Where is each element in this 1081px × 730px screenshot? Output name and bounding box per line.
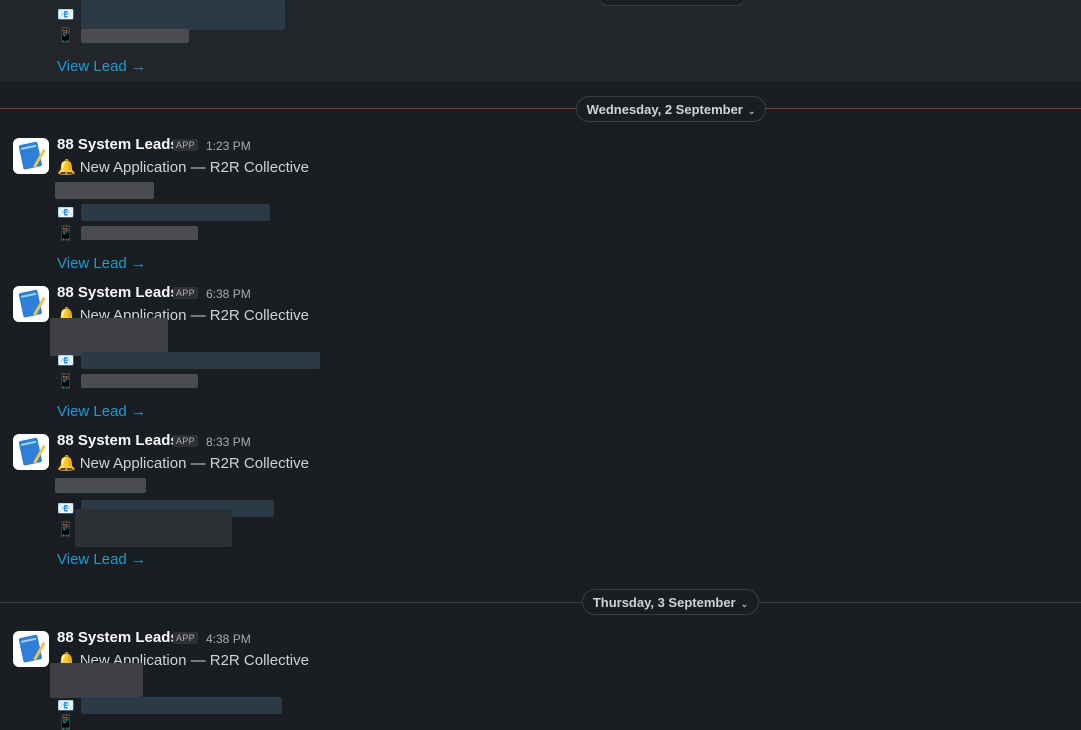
timestamp[interactable]: 4:38 PM <box>206 632 251 646</box>
app-avatar[interactable] <box>13 631 49 667</box>
email-icon: 📧 <box>57 6 75 22</box>
redacted-email <box>81 204 270 221</box>
date-divider-wednesday[interactable]: Wednesday, 2 September ⌄ <box>576 96 766 122</box>
sender-name[interactable]: 88 System Leads <box>57 284 179 301</box>
phone-icon: 📱 <box>57 373 75 389</box>
email-icon: 📧 <box>57 697 75 713</box>
phone-icon: 📱 <box>57 714 75 730</box>
view-lead-link[interactable]: View Lead → <box>57 403 146 420</box>
phone-icon: 📱 <box>57 225 75 241</box>
view-lead-link[interactable]: View Lead → <box>57 58 146 75</box>
new-messages-divider <box>0 108 1081 109</box>
phone-icon: 📱 <box>57 27 75 43</box>
redacted-email <box>81 697 282 714</box>
bell-icon: 🔔 <box>57 455 76 472</box>
date-label: Wednesday, 2 September <box>586 102 743 117</box>
date-divider-thursday[interactable]: Thursday, 3 September ⌄ <box>582 589 759 615</box>
date-pill-fragment <box>598 0 746 6</box>
date-label: Thursday, 3 September <box>592 595 736 610</box>
redacted-name <box>50 663 143 698</box>
timestamp[interactable]: 6:38 PM <box>206 287 251 301</box>
redacted-phone <box>75 509 232 547</box>
sender-name[interactable]: 88 System Leads <box>57 629 179 646</box>
message-title: 🔔 New Application — R2R Collective <box>57 455 309 472</box>
view-lead-link[interactable]: View Lead → <box>57 551 146 568</box>
app-badge: APP <box>173 139 198 151</box>
message-title: 🔔 New Application — R2R Collective <box>57 159 309 176</box>
chevron-down-icon: ⌄ <box>747 106 756 116</box>
timestamp[interactable]: 1:23 PM <box>206 139 251 153</box>
app-avatar[interactable] <box>13 434 49 470</box>
previous-message-block: 📧 📱 View Lead → <box>0 0 1081 81</box>
redacted-name <box>55 182 154 199</box>
view-lead-link[interactable]: View Lead → <box>57 255 146 272</box>
timestamp[interactable]: 8:33 PM <box>206 435 251 449</box>
email-icon: 📧 <box>57 352 75 368</box>
redacted-phone <box>81 374 198 388</box>
email-icon: 📧 <box>57 204 75 220</box>
app-badge: APP <box>173 435 198 447</box>
app-avatar[interactable] <box>13 138 49 174</box>
app-badge: APP <box>173 287 198 299</box>
redacted-email <box>81 0 285 30</box>
chevron-down-icon: ⌄ <box>740 599 749 609</box>
phone-icon: 📱 <box>57 521 75 537</box>
redacted-phone <box>81 226 198 240</box>
app-avatar[interactable] <box>13 286 49 322</box>
redacted-email <box>81 352 320 369</box>
sender-name[interactable]: 88 System Leads <box>57 432 179 449</box>
bell-icon: 🔔 <box>57 159 76 176</box>
redacted-name <box>50 318 168 356</box>
sender-name[interactable]: 88 System Leads <box>57 136 179 153</box>
email-icon: 📧 <box>57 500 75 516</box>
redacted-name <box>55 478 146 493</box>
redacted-phone <box>81 29 189 43</box>
date-divider-line <box>0 602 1081 603</box>
app-badge: APP <box>173 632 198 644</box>
